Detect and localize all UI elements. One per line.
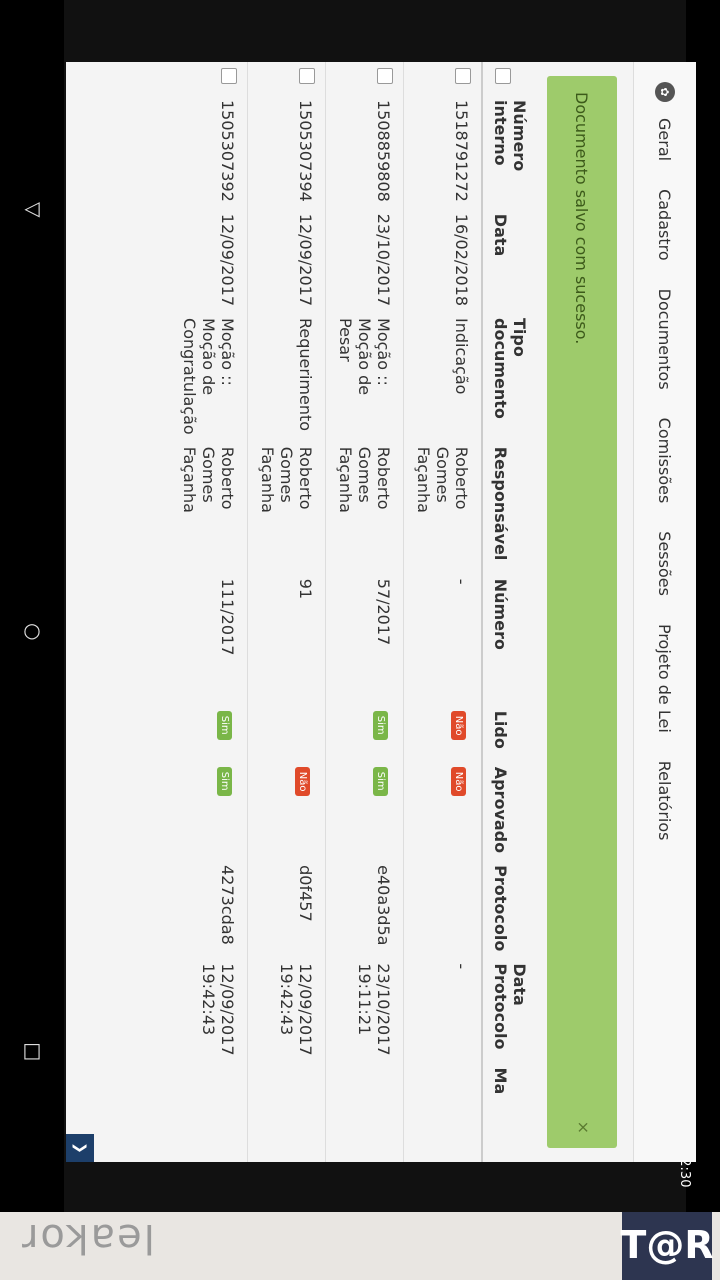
cell-numero-interno: 1505307394 (247, 94, 326, 208)
cell-data: 12/09/2017 (247, 207, 326, 313)
app-screen: ✿ Geral Cadastro Documentos Comissões Se… (66, 62, 696, 1162)
row-checkbox[interactable] (377, 68, 393, 84)
cell-data-protocolo: 12/09/2017 19:42:43 (247, 957, 326, 1062)
nav-geral[interactable]: Geral (656, 118, 675, 161)
cell-tipo: Requerimento (247, 312, 326, 441)
col-lido[interactable]: Lido (482, 704, 537, 761)
col-responsavel[interactable]: Responsável (482, 440, 537, 573)
cell-responsavel: Roberto Gomes Façanha (403, 440, 482, 573)
table-row[interactable]: 1508859808 23/10/2017 Moção :: Moção de … (325, 62, 404, 1162)
col-protocolo[interactable]: Protocolo (482, 859, 537, 958)
recents-icon[interactable]: □ (20, 1038, 44, 1062)
nav-documentos[interactable]: Documentos (656, 289, 675, 390)
back-icon[interactable]: ◁ (20, 196, 44, 220)
row-checkbox[interactable] (299, 68, 315, 84)
nav-comissoes[interactable]: Comissões (656, 418, 675, 504)
sticker-text: leakor (20, 1215, 155, 1261)
nav-cadastro[interactable]: Cadastro (656, 189, 675, 261)
cell-data: 12/09/2017 (170, 207, 248, 313)
scroll-up-icon[interactable]: ❯ (66, 1134, 94, 1162)
cell-data-protocolo: - (403, 957, 482, 1062)
col-numero[interactable]: Número (482, 572, 537, 705)
lido-badge: Sim (373, 710, 388, 740)
cell-numero: 57/2017 (325, 572, 404, 705)
lido-badge: Não (451, 710, 466, 741)
cell-protocolo: 4273cda8 (170, 859, 248, 958)
cell-responsavel: Roberto Gomes Façanha (325, 440, 404, 573)
col-ma[interactable]: Ma (482, 1061, 537, 1162)
tablet-device: ◁ ○ □ 12:30 ✿ Geral Cadastro Documentos … (0, 0, 720, 1212)
nav-sessoes[interactable]: Sessões (656, 531, 675, 596)
close-icon[interactable]: × (574, 1121, 593, 1134)
aprovado-badge: Sim (373, 766, 388, 796)
documents-table: Número interno Data Tipo documento Respo… (170, 62, 537, 1162)
cell-responsavel: Roberto Gomes Façanha (170, 440, 248, 573)
cell-protocolo: e40a3d5a (325, 859, 404, 958)
alert-text: Documento salvo com sucesso. (572, 92, 592, 345)
cell-protocolo: d0f457 (247, 859, 326, 958)
table-row[interactable]: 1518791272 16/02/2018 Indicação Roberto … (403, 62, 482, 1162)
palette-icon[interactable]: ✿ (655, 82, 675, 102)
col-tipo-documento[interactable]: Tipo documento (482, 312, 537, 441)
nav-projeto-de-lei[interactable]: Projeto de Lei (656, 624, 675, 733)
cell-numero-interno: 1505307392 (170, 94, 248, 208)
cell-numero: - (403, 572, 482, 705)
cell-lido (247, 704, 326, 761)
cell-data: 16/02/2018 (403, 207, 482, 313)
cell-tipo: Indicação (403, 312, 482, 441)
android-navigation-bar: ◁ ○ □ (0, 0, 64, 1212)
cell-responsavel: Roberto Gomes Façanha (247, 440, 326, 573)
top-navigation: ✿ Geral Cadastro Documentos Comissões Se… (633, 62, 696, 1162)
col-data-protocolo[interactable]: Data Protocolo (482, 957, 537, 1062)
cell-numero-interno: 1518791272 (403, 94, 482, 208)
success-alert: Documento salvo com sucesso. × (547, 76, 617, 1148)
select-all-checkbox[interactable] (495, 68, 511, 84)
aprovado-badge: Não (451, 766, 466, 797)
cell-numero: 91 (247, 572, 326, 705)
cell-protocolo (403, 859, 482, 958)
col-aprovado[interactable]: Aprovado (482, 760, 537, 860)
home-icon[interactable]: ○ (20, 618, 44, 642)
cell-numero-interno: 1508859808 (325, 94, 404, 208)
lido-badge: Sim (217, 710, 232, 740)
row-checkbox[interactable] (455, 68, 471, 84)
col-numero-interno[interactable]: Número interno (482, 94, 537, 208)
cell-tipo: Moção :: Moção de Congratulação (170, 312, 248, 441)
cell-tipo: Moção :: Moção de Pesar (325, 312, 404, 441)
aprovado-badge: Sim (217, 766, 232, 796)
aprovado-badge: Não (295, 766, 310, 797)
cell-data: 23/10/2017 (325, 207, 404, 313)
row-checkbox[interactable] (221, 68, 237, 84)
table-header-row: Número interno Data Tipo documento Respo… (482, 62, 537, 1162)
table-row[interactable]: 1505307392 12/09/2017 Moção :: Moção de … (170, 62, 248, 1162)
table-row[interactable]: 1505307394 12/09/2017 Requerimento Rober… (247, 62, 326, 1162)
col-data[interactable]: Data (482, 207, 537, 313)
nav-relatorios[interactable]: Relatórios (656, 761, 675, 841)
cell-data-protocolo: 23/10/2017 19:11:21 (325, 957, 404, 1062)
sticker-logo: T@R (620, 1210, 714, 1280)
cell-data-protocolo: 12/09/2017 19:42:43 (170, 957, 248, 1062)
cell-numero: 111/2017 (170, 572, 248, 705)
